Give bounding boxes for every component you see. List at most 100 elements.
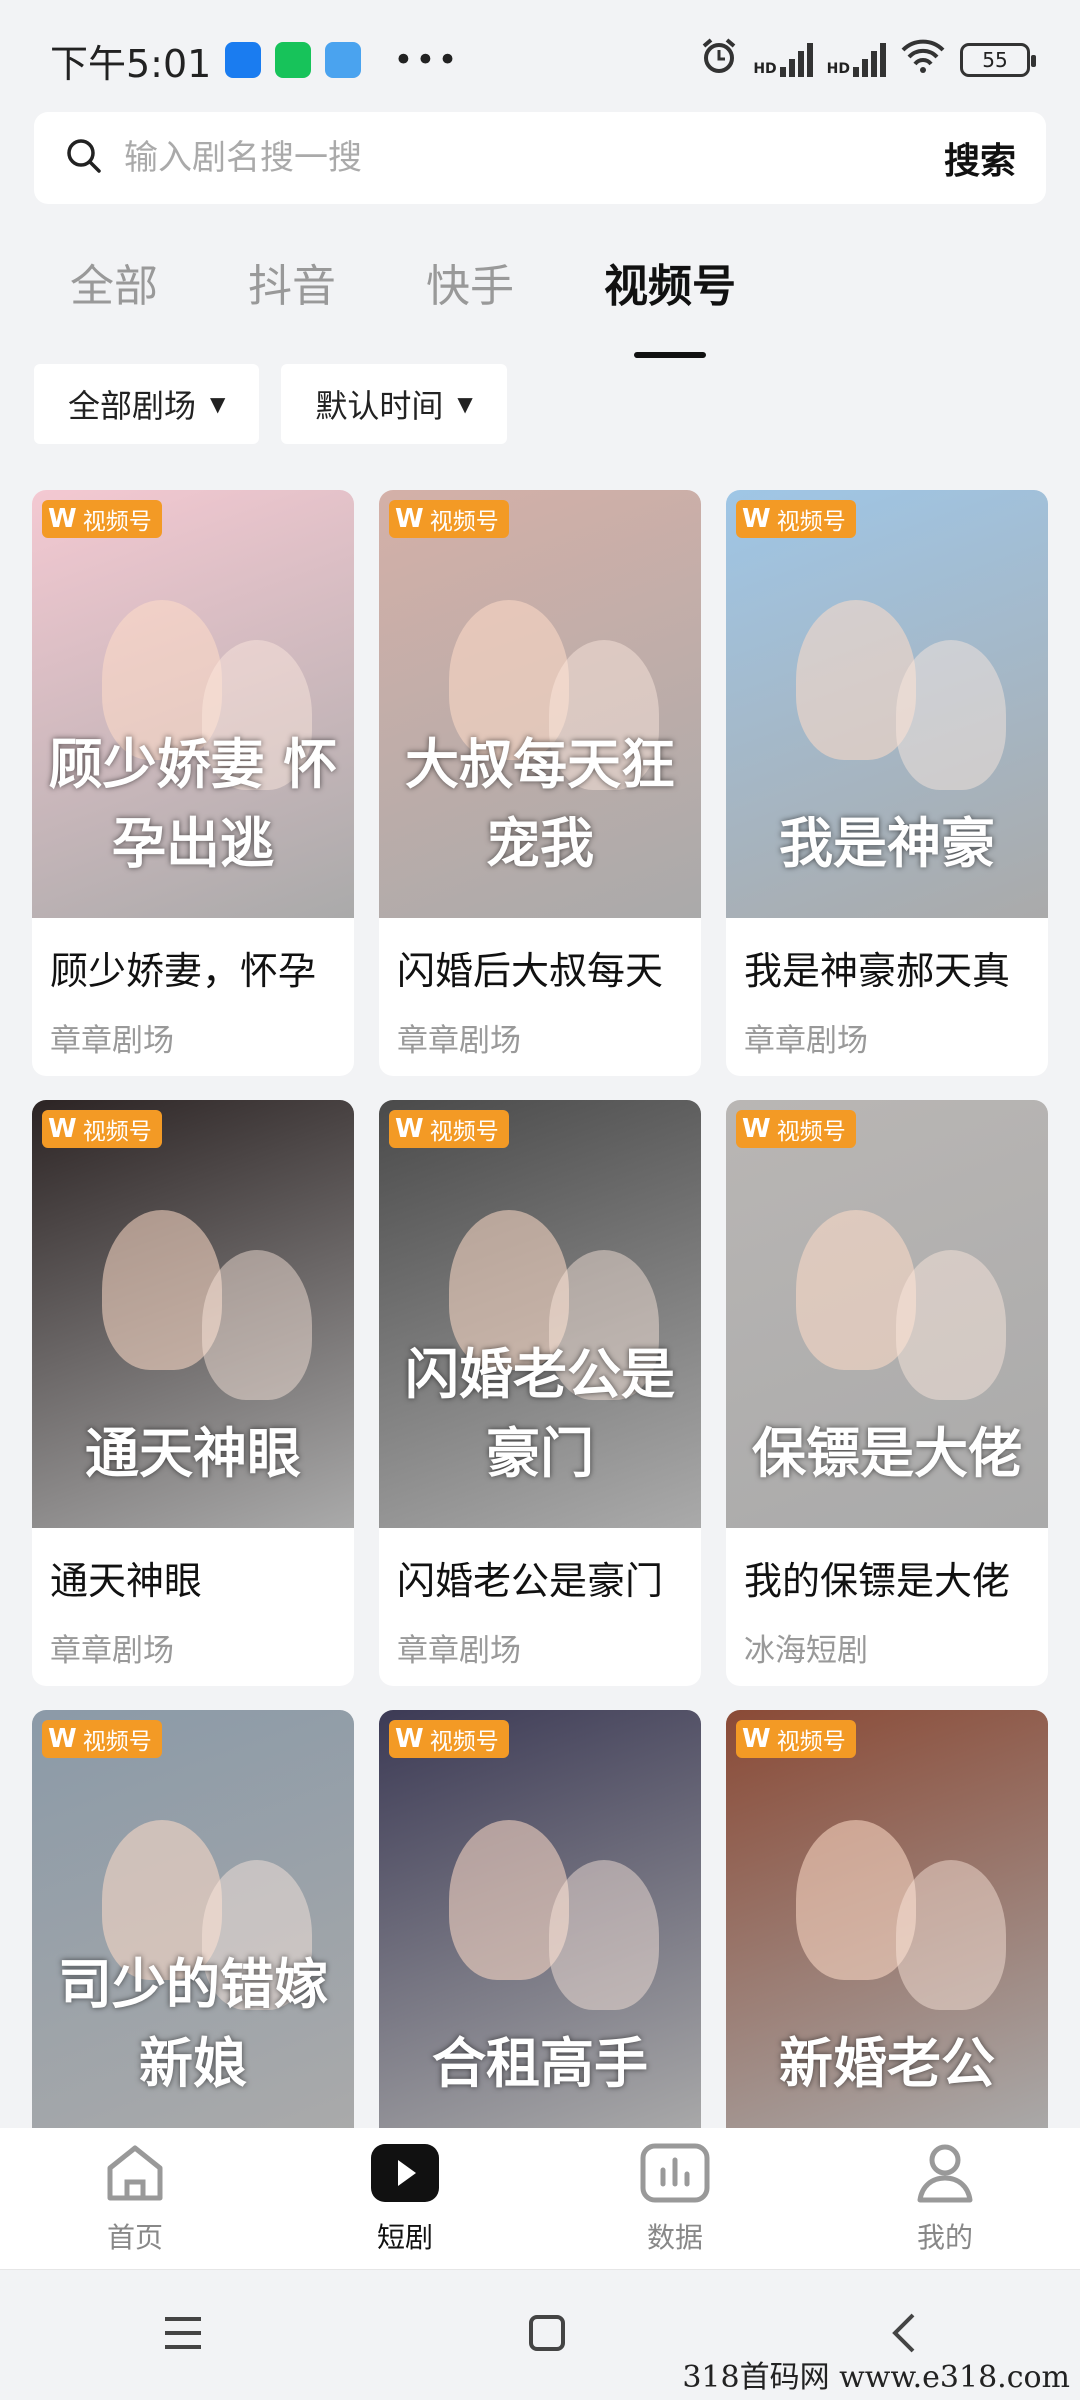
tab-shipinhao[interactable]: 视频号 (604, 250, 736, 358)
badge-label: 视频号 (429, 1119, 499, 1145)
drama-studio: 章章剧场 (397, 1633, 521, 1669)
drama-card[interactable]: W 视频号 保镖是大佬 我的保镖是大佬 冰海短剧 (726, 1100, 1048, 1686)
drama-poster: W 视频号 我是神豪 (726, 490, 1048, 918)
tab-kuaishou[interactable]: 快手 (426, 250, 514, 314)
home-icon (102, 2142, 168, 2208)
play-icon (369, 2142, 441, 2208)
tab-douyin[interactable]: 抖音 (248, 250, 336, 314)
cloud-app-icon (325, 42, 362, 78)
search-bar: 搜索 (34, 112, 1046, 204)
drama-poster: W 视频号 通天神眼 (32, 1100, 354, 1528)
drama-title: 闪婚后大叔每天 (397, 949, 664, 993)
nav-home-label: 首页 (106, 2220, 163, 2254)
nav-dramas[interactable]: 短剧 (270, 2128, 540, 2269)
nav-profile-label: 我的 (916, 2220, 973, 2254)
sort-filter[interactable]: 默认时间 ▼ (281, 364, 507, 444)
shipinhao-logo-icon: W (742, 1114, 771, 1144)
poster-title-art: 新婚老公 (779, 2031, 995, 2095)
poster-figure (896, 1860, 1006, 2010)
drama-poster: W 视频号 合租高手 (379, 1710, 701, 2138)
user-icon (912, 2142, 978, 2208)
drama-grid: W 视频号 顾少娇妻 怀孕出逃 顾少娇妻，怀孕 章章剧场 W 视频号 大叔每天狂… (32, 490, 1048, 2296)
poster-title-art: 大叔每天狂宠我 (405, 732, 675, 875)
drama-studio: 章章剧场 (397, 1023, 521, 1059)
nav-home[interactable]: 首页 (0, 2128, 270, 2269)
poster-figure (896, 1250, 1006, 1400)
drama-poster: W 视频号 大叔每天狂宠我 (379, 490, 701, 918)
home-square-icon[interactable] (527, 2313, 567, 2357)
search-button[interactable]: 搜索 (944, 132, 1016, 184)
badge-label: 视频号 (776, 509, 846, 535)
shipinhao-logo-icon: W (395, 1724, 424, 1754)
poster-figure (202, 1250, 312, 1400)
drama-poster: W 视频号 新婚老公 (726, 1710, 1048, 2138)
shipinhao-badge: W 视频号 (42, 1720, 162, 1758)
caret-down-icon: ▼ (457, 392, 473, 416)
status-time: 下午5:01 (50, 41, 212, 86)
poster-title-art: 我是神豪 (779, 811, 995, 875)
poster-title-art: 司少的错嫁新娘 (58, 1952, 328, 2095)
shipinhao-badge: W 视频号 (389, 1720, 509, 1758)
poster-title-art: 通天神眼 (85, 1421, 301, 1485)
watermark: 318首码网 www.e318.com (682, 2360, 1070, 2395)
filter-bar: 全部剧场 ▼ 默认时间 ▼ (34, 364, 507, 444)
sort-filter-label: 默认时间 (315, 387, 444, 425)
shipinhao-badge: W 视频号 (736, 500, 856, 538)
shipinhao-badge: W 视频号 (389, 500, 509, 538)
bottom-nav: 首页 短剧 数据 我的 (0, 2128, 1080, 2270)
drama-studio: 章章剧场 (744, 1023, 868, 1059)
badge-label: 视频号 (429, 1729, 499, 1755)
drama-studio: 章章剧场 (50, 1633, 174, 1669)
battery-icon: 55 (960, 43, 1036, 77)
shipinhao-logo-icon: W (48, 1114, 77, 1144)
signal-icon: HD (753, 43, 813, 77)
menu-icon[interactable] (161, 2313, 205, 2357)
search-icon[interactable] (64, 136, 104, 180)
nav-profile[interactable]: 我的 (810, 2128, 1080, 2269)
tab-all[interactable]: 全部 (70, 250, 158, 314)
shipinhao-badge: W 视频号 (389, 1110, 509, 1148)
drama-card[interactable]: W 视频号 顾少娇妻 怀孕出逃 顾少娇妻，怀孕 章章剧场 (32, 490, 354, 1076)
badge-label: 视频号 (82, 509, 152, 535)
poster-title-art: 顾少娇妻 怀孕出逃 (48, 732, 338, 875)
category-filter[interactable]: 全部剧场 ▼ (34, 364, 260, 444)
search-input[interactable] (124, 138, 944, 178)
battery-level: 55 (982, 48, 1008, 72)
wifi-icon (900, 38, 946, 83)
drama-card[interactable]: W 视频号 大叔每天狂宠我 闪婚后大叔每天 章章剧场 (379, 490, 701, 1076)
drama-card[interactable]: W 视频号 通天神眼 通天神眼 章章剧场 (32, 1100, 354, 1686)
badge-label: 视频号 (429, 509, 499, 535)
caret-down-icon: ▼ (210, 392, 226, 416)
drama-card[interactable]: W 视频号 我是神豪 我是神豪郝天真 章章剧场 (726, 490, 1048, 1076)
wechat-icon (275, 42, 312, 78)
poster-title-art: 合租高手 (432, 2031, 648, 2095)
badge-label: 视频号 (82, 1119, 152, 1145)
status-bar: 下午5:01 ••• HD HD 55 (0, 0, 1080, 120)
drama-title: 我的保镖是大佬 (744, 1559, 1011, 1603)
platform-tabs: 全部 抖音 快手 视频号 (70, 250, 826, 358)
nav-data[interactable]: 数据 (540, 2128, 810, 2269)
drama-title: 我是神豪郝天真 (744, 949, 1011, 993)
drama-title: 通天神眼 (50, 1559, 203, 1603)
drama-poster: W 视频号 司少的错嫁新娘 (32, 1710, 354, 2138)
category-filter-label: 全部剧场 (68, 387, 197, 425)
poster-figure (896, 640, 1006, 790)
drama-studio: 章章剧场 (50, 1023, 174, 1059)
network-label: HD (753, 61, 777, 77)
more-dots-icon: ••• (393, 40, 460, 80)
shipinhao-logo-icon: W (742, 1724, 771, 1754)
poster-figure (549, 1860, 659, 2010)
drama-title: 顾少娇妻，怀孕 (50, 949, 317, 993)
drama-title: 闪婚老公是豪门 (397, 1559, 664, 1603)
shipinhao-logo-icon: W (742, 504, 771, 534)
poster-title-art: 保镖是大佬 (752, 1421, 1022, 1485)
chart-icon (639, 2142, 711, 2208)
network-label-2: HD (826, 61, 850, 77)
drama-studio: 冰海短剧 (744, 1633, 868, 1669)
shipinhao-logo-icon: W (48, 1724, 77, 1754)
badge-label: 视频号 (776, 1119, 846, 1145)
shipinhao-logo-icon: W (48, 504, 77, 534)
drama-card[interactable]: W 视频号 闪婚老公是豪门 闪婚老公是豪门 章章剧场 (379, 1100, 701, 1686)
shipinhao-badge: W 视频号 (42, 1110, 162, 1148)
poster-title-art: 闪婚老公是豪门 (405, 1342, 675, 1485)
